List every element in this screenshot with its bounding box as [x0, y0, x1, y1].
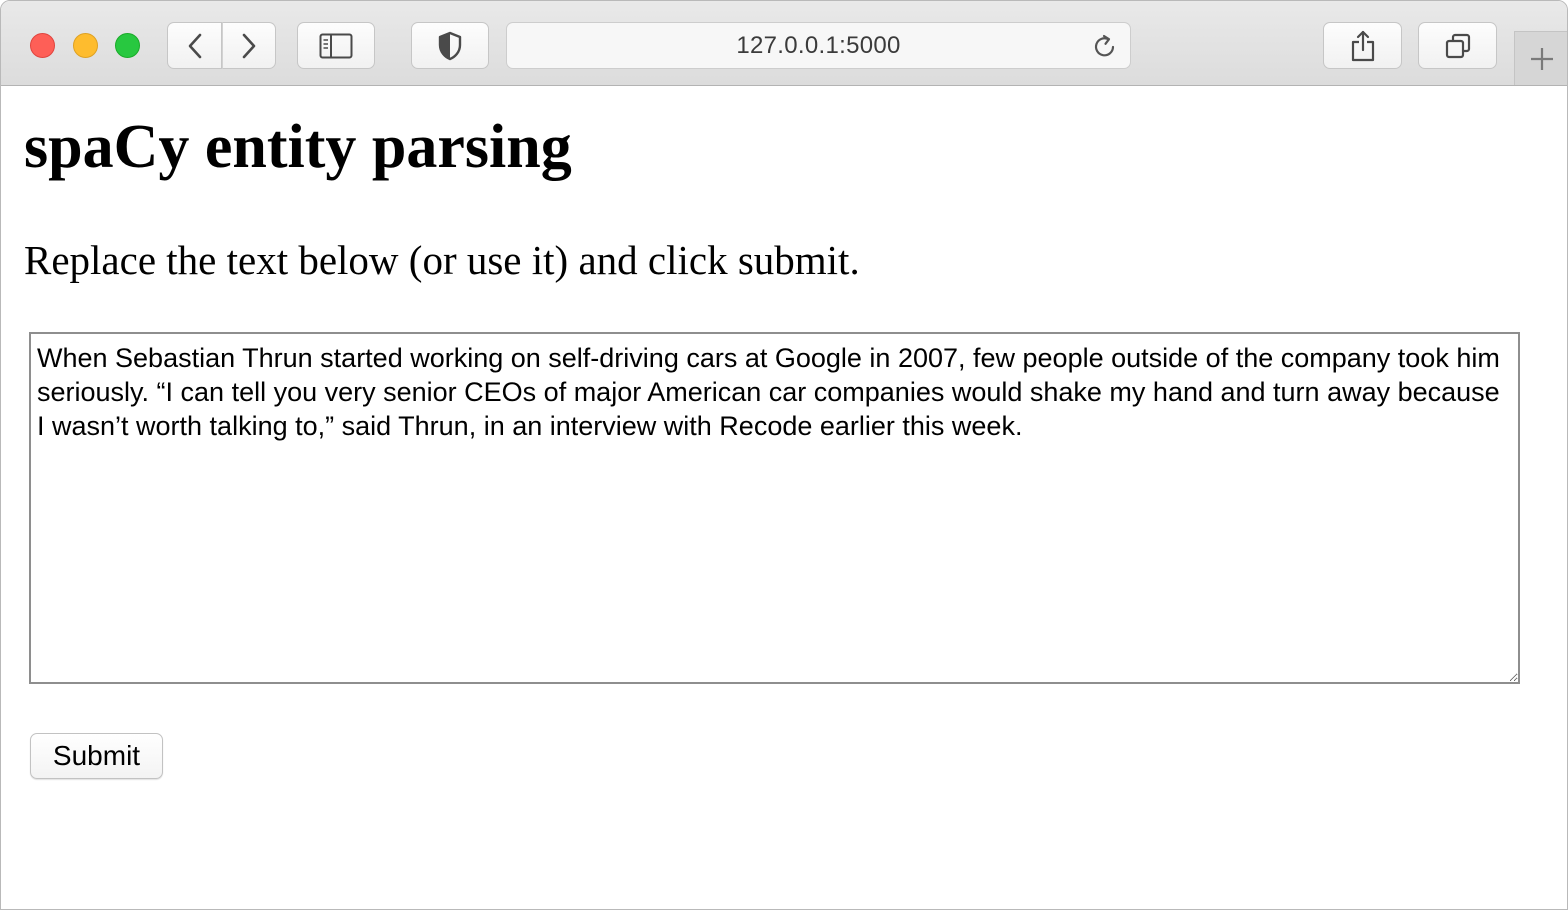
instructions-text: Replace the text below (or use it) and c…: [24, 237, 860, 283]
zoom-window-button[interactable]: [115, 33, 140, 58]
chevron-right-icon: [242, 33, 256, 58]
minimize-window-button[interactable]: [73, 33, 98, 58]
share-icon: [1351, 30, 1374, 61]
new-tab-button[interactable]: [1514, 31, 1567, 85]
browser-window: 127.0.0.1:5000 spaCy entity parsing Repl…: [0, 0, 1568, 910]
sidebar-toggle-button[interactable]: [297, 22, 375, 69]
shield-icon: [438, 31, 462, 60]
url-text: 127.0.0.1:5000: [736, 31, 901, 59]
plus-icon: [1530, 47, 1553, 70]
sidebar-icon: [319, 33, 353, 58]
close-window-button[interactable]: [30, 33, 55, 58]
tab-overview-button[interactable]: [1418, 22, 1497, 69]
back-button[interactable]: [167, 22, 222, 69]
submit-button[interactable]: Submit: [30, 733, 163, 779]
tabs-overview-icon: [1445, 33, 1470, 58]
text-input[interactable]: When Sebastian Thrun started working on …: [29, 332, 1520, 684]
share-button[interactable]: [1323, 22, 1402, 69]
chevron-left-icon: [188, 33, 201, 58]
page-title: spaCy entity parsing: [24, 113, 572, 181]
address-bar[interactable]: 127.0.0.1:5000: [506, 22, 1131, 69]
forward-button[interactable]: [222, 22, 276, 69]
privacy-report-button[interactable]: [411, 22, 489, 69]
browser-toolbar: 127.0.0.1:5000: [1, 1, 1567, 86]
reload-icon[interactable]: [1091, 33, 1118, 60]
page-content: spaCy entity parsing Replace the text be…: [1, 86, 1567, 909]
